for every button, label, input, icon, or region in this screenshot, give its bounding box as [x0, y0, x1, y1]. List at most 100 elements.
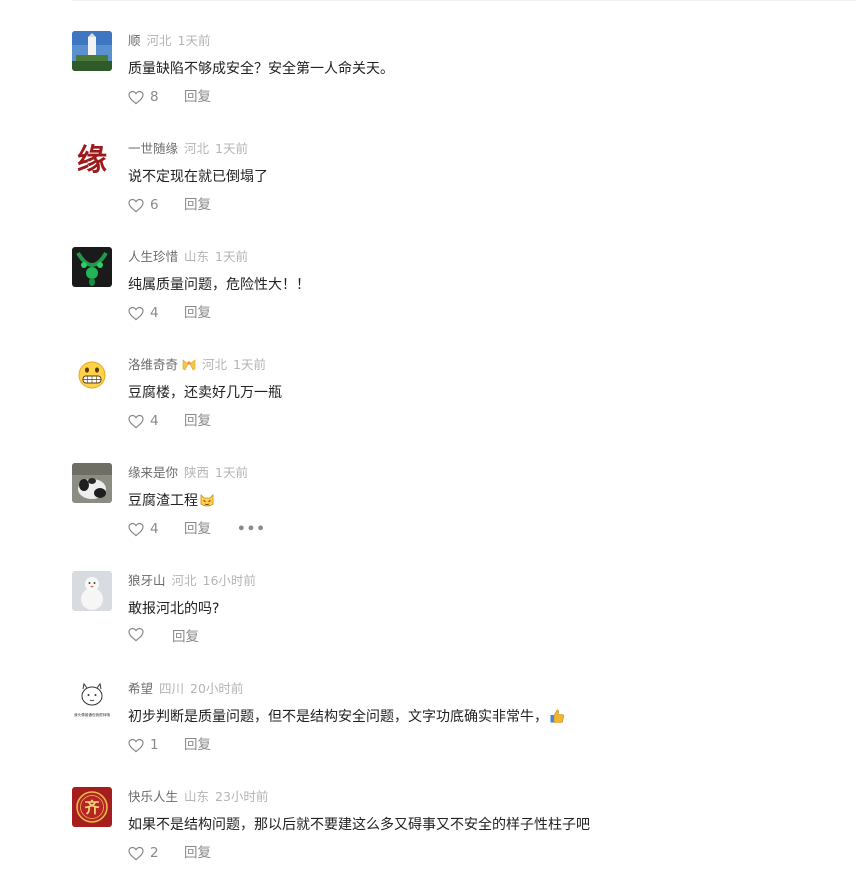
avatar-text: 缘 — [77, 143, 107, 178]
panda-photo-avatar — [72, 463, 112, 503]
user-location: 陕西 — [184, 465, 210, 480]
comment-text: 豆腐楼，还卖好几万一瓶 — [128, 385, 282, 401]
like-count: 1 — [150, 737, 159, 753]
cat-face-emoji — [199, 492, 215, 514]
avatar[interactable]: 缘 — [72, 139, 112, 179]
like-count: 6 — [150, 197, 159, 213]
landscape-photo-avatar — [72, 31, 112, 71]
jade-necklace-avatar — [72, 247, 112, 287]
user-location: 河北 — [171, 573, 197, 588]
heart-icon — [128, 846, 144, 860]
thumbs-up-emoji — [549, 708, 565, 730]
like-count: 2 — [150, 845, 159, 861]
grin-emoji-avatar — [72, 355, 112, 395]
heart-icon — [128, 90, 144, 104]
user-location: 河北 — [184, 141, 210, 156]
comment-text: 质量缺陷不够成安全？安全第一人命关天。 — [128, 61, 394, 77]
comment-item: 齐 快乐人生 山东 23小时前 如果不是结构问题，那以后就不要建这么多又碍事又不安全… — [0, 787, 856, 895]
comment-item: 洛维奇奇 河北 1天前 豆腐楼，还卖好几万一瓶 4 回复 — [0, 355, 856, 463]
heart-icon — [128, 627, 144, 642]
avatar[interactable] — [72, 571, 112, 611]
avatar-text: 齐 — [84, 799, 100, 817]
reply-button[interactable]: 回复 — [172, 627, 199, 647]
heart-icon — [128, 738, 144, 752]
comment-text-body: 初步判断是质量问题，但不是结构安全问题，文字功底确实非常牛， — [128, 709, 548, 725]
like-button[interactable]: 8 — [128, 87, 159, 107]
heart-icon — [128, 198, 144, 212]
comment-time: 1天前 — [215, 465, 248, 480]
user-name[interactable]: 洛维奇奇 — [128, 357, 178, 372]
cartoon-sketch-avatar: 我头像普通但我很帅哦 — [72, 679, 112, 719]
avatar[interactable] — [72, 247, 112, 287]
user-location: 四川 — [159, 681, 185, 696]
like-count: 8 — [150, 89, 159, 105]
user-name[interactable]: 希望 — [128, 681, 153, 696]
comment-time: 23小时前 — [215, 789, 269, 804]
comment-meta: 缘来是你 陕西 1天前 — [128, 465, 248, 481]
red-seal-avatar: 齐 — [72, 787, 112, 827]
heart-icon — [128, 414, 144, 428]
user-name[interactable]: 缘来是你 — [128, 465, 178, 480]
comment-text: 敢报河北的吗? — [128, 601, 220, 617]
reply-button[interactable]: 回复 — [184, 195, 211, 215]
user-location: 河北 — [202, 357, 228, 372]
like-button[interactable]: 4 — [128, 411, 159, 431]
like-button[interactable]: 6 — [128, 195, 159, 215]
comment-meta: 人生珍惜 山东 1天前 — [128, 249, 248, 265]
snowman-photo-avatar — [72, 571, 112, 611]
comment-text-body: 豆腐渣工程 — [128, 493, 198, 509]
reply-button[interactable]: 回复 — [184, 303, 211, 323]
more-options-icon[interactable]: ••• — [237, 519, 266, 539]
like-button[interactable]: 4 — [128, 519, 159, 539]
user-name[interactable]: 快乐人生 — [128, 789, 178, 804]
reply-button[interactable]: 回复 — [184, 87, 211, 107]
top-divider — [72, 0, 856, 1]
comment-time: 16小时前 — [202, 573, 256, 588]
comment-meta: 快乐人生 山东 23小时前 — [128, 789, 268, 805]
like-button[interactable]: 2 — [128, 843, 159, 863]
comment-text: 豆腐渣工程 — [128, 491, 215, 514]
comment-item: 缘 一世随缘 河北 1天前 说不定现在就已倒塌了 6 回复 — [0, 139, 856, 247]
avatar[interactable] — [72, 355, 112, 395]
like-button[interactable]: 4 — [128, 303, 159, 323]
user-name[interactable]: 顺 — [128, 33, 141, 48]
comment-item: 我头像普通但我很帅哦 希望 四川 20小时前 初步判断是质量问题，但不是结构安全问题… — [0, 679, 856, 787]
comment-meta: 顺河北 1天前 — [128, 33, 210, 49]
comment-time: 1天前 — [215, 249, 248, 264]
comment-meta: 狼牙山 河北 16小时前 — [128, 573, 256, 589]
like-count: 4 — [150, 305, 159, 321]
heart-icon — [128, 306, 144, 320]
avatar-caption: 我头像普通但我很帅哦 — [74, 712, 110, 717]
comment-meta: 希望 四川 20小时前 — [128, 681, 243, 697]
comment-text: 初步判断是质量问题，但不是结构安全问题，文字功底确实非常牛， — [128, 707, 565, 730]
comment-text: 纯属质量问题，危险性大！！ — [128, 277, 310, 293]
like-button[interactable]: 1 — [128, 735, 159, 755]
avatar[interactable]: 我头像普通但我很帅哦 — [72, 679, 112, 719]
avatar[interactable] — [72, 463, 112, 503]
comment-time: 1天前 — [233, 357, 266, 372]
comment-time: 1天前 — [215, 141, 248, 156]
avatar[interactable] — [72, 31, 112, 71]
comment-item: 顺河北 1天前 质量缺陷不够成安全？安全第一人命关天。 8 回复 — [0, 31, 856, 139]
user-name[interactable]: 一世随缘 — [128, 141, 178, 156]
comment-time: 20小时前 — [190, 681, 244, 696]
user-name[interactable]: 人生珍惜 — [128, 249, 178, 264]
reply-button[interactable]: 回复 — [184, 411, 211, 431]
user-name[interactable]: 狼牙山 — [128, 573, 166, 588]
comment-meta: 洛维奇奇 河北 1天前 — [128, 357, 266, 376]
comment-item: 人生珍惜 山东 1天前 纯属质量问题，危险性大！！ 4 回复 — [0, 247, 856, 355]
comment-item: 缘来是你 陕西 1天前 豆腐渣工程 4 回复 ••• — [0, 463, 856, 571]
reply-button[interactable]: 回复 — [184, 519, 211, 539]
heart-icon — [128, 522, 144, 536]
calligraphy-avatar: 缘 — [72, 139, 112, 179]
reply-button[interactable]: 回复 — [184, 843, 211, 863]
comment-text: 如果不是结构问题，那以后就不要建这么多又碍事又不安全的样子性柱子吧 — [128, 817, 590, 833]
user-location: 河北 — [146, 33, 172, 48]
avatar[interactable]: 齐 — [72, 787, 112, 827]
user-location: 山东 — [184, 249, 210, 264]
ribbon-badge-icon — [182, 358, 196, 376]
like-count: 4 — [150, 521, 159, 537]
comment-time: 1天前 — [177, 33, 211, 48]
reply-button[interactable]: 回复 — [184, 735, 211, 755]
like-button[interactable] — [128, 627, 144, 642]
